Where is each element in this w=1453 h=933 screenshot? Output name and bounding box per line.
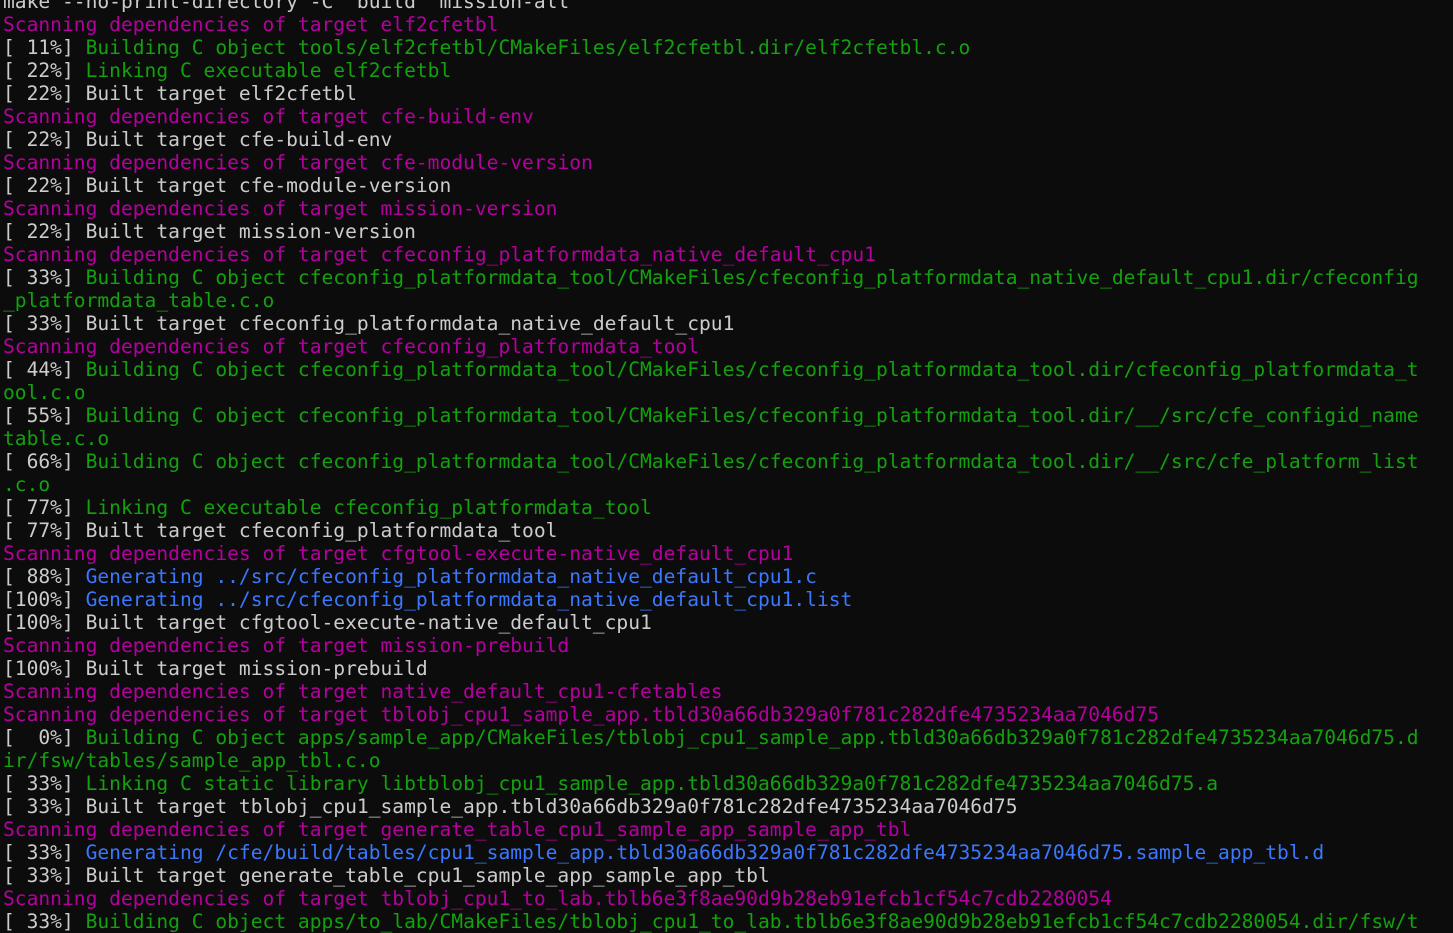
terminal-line: Scanning dependencies of target elf2cfet…: [3, 13, 1451, 36]
terminal-text-green: .c.o: [3, 473, 51, 496]
terminal-text-green: Building C object cfeconfig_platformdata…: [85, 450, 1419, 473]
terminal-text-magenta: Scanning dependencies of target cfgtool-…: [3, 542, 794, 565]
terminal-text-white: [ 77%] Built target cfeconfig_platformda…: [3, 519, 558, 542]
terminal-line: _platformdata_table.c.o: [3, 289, 1451, 312]
terminal-text-white: [ 22%] Built target elf2cfetbl: [3, 82, 357, 105]
terminal-text-white: [ 11%]: [3, 36, 86, 59]
terminal-text-magenta: Scanning dependencies of target mission-…: [3, 634, 570, 657]
terminal-line: Scanning dependencies of target cfeconfi…: [3, 335, 1451, 358]
terminal-text-green: Building C object cfeconfig_platformdata…: [85, 358, 1419, 381]
terminal-text-magenta: Scanning dependencies of target tblobj_c…: [3, 887, 1112, 910]
terminal-line: [ 77%] Linking C executable cfeconfig_pl…: [3, 496, 1451, 519]
terminal-text-white: [ 33%]: [3, 910, 86, 933]
terminal-line: Scanning dependencies of target cfgtool-…: [3, 542, 1451, 565]
terminal-line: Scanning dependencies of target generate…: [3, 818, 1451, 841]
terminal-text-green: Building C object cfeconfig_platformdata…: [85, 266, 1419, 289]
terminal-line: [ 22%] Built target cfe-build-env: [3, 128, 1451, 151]
terminal-line: [ 22%] Built target cfe-module-version: [3, 174, 1451, 197]
terminal-line: Scanning dependencies of target tblobj_c…: [3, 887, 1451, 910]
terminal-line: Scanning dependencies of target cfeconfi…: [3, 243, 1451, 266]
terminal-text-green: Building C object apps/sample_app/CMakeF…: [85, 726, 1419, 749]
terminal-text-white: [ 22%] Built target mission-version: [3, 220, 416, 243]
terminal-text-white: [ 33%]: [3, 266, 86, 289]
terminal-text-white: make --no-print-directory -C "build" mis…: [3, 0, 570, 13]
terminal-text-green: Linking C executable elf2cfetbl: [85, 59, 452, 82]
terminal-line: make --no-print-directory -C "build" mis…: [3, 0, 1451, 13]
terminal-text-white: [ 22%] Built target cfe-build-env: [3, 128, 393, 151]
terminal-line: [100%] Generating ../src/cfeconfig_platf…: [3, 588, 1451, 611]
terminal-line: Scanning dependencies of target tblobj_c…: [3, 703, 1451, 726]
terminal-text-green: Building C object apps/to_lab/CMakeFiles…: [85, 910, 1419, 933]
terminal-text-green: Linking C executable cfeconfig_platformd…: [85, 496, 652, 519]
terminal-text-white: [100%] Built target cfgtool-execute-nati…: [3, 611, 652, 634]
terminal-text-blue: Generating ../src/cfeconfig_platformdata…: [85, 588, 853, 611]
terminal-line: [ 33%] Generating /cfe/build/tables/cpu1…: [3, 841, 1451, 864]
terminal-text-white: [100%] Built target mission-prebuild: [3, 657, 428, 680]
terminal-text-white: [ 33%] Built target tblobj_cpu1_sample_a…: [3, 795, 1018, 818]
terminal-text-magenta: Scanning dependencies of target tblobj_c…: [3, 703, 1160, 726]
terminal-line: [ 22%] Built target elf2cfetbl: [3, 82, 1451, 105]
terminal-text-green: ir/fsw/tables/sample_app_tbl.c.o: [3, 749, 381, 772]
terminal-text-white: [ 55%]: [3, 404, 86, 427]
terminal-line: Scanning dependencies of target cfe-buil…: [3, 105, 1451, 128]
terminal-line: ool.c.o: [3, 381, 1451, 404]
terminal-text-white: [ 33%] Built target cfeconfig_platformda…: [3, 312, 735, 335]
terminal-line: Scanning dependencies of target native_d…: [3, 680, 1451, 703]
terminal-text-white: [ 33%]: [3, 841, 86, 864]
terminal-text-white: [ 44%]: [3, 358, 86, 381]
terminal-text-green: table.c.o: [3, 427, 110, 450]
terminal-text-white: [ 0%]: [3, 726, 86, 749]
terminal-text-white: [ 22%] Built target cfe-module-version: [3, 174, 452, 197]
terminal-line: table.c.o: [3, 427, 1451, 450]
terminal-line: [ 88%] Generating ../src/cfeconfig_platf…: [3, 565, 1451, 588]
terminal-line: [ 66%] Building C object cfeconfig_platf…: [3, 450, 1451, 473]
terminal-line: [ 33%] Building C object cfeconfig_platf…: [3, 266, 1451, 289]
terminal-text-magenta: Scanning dependencies of target generate…: [3, 818, 912, 841]
terminal-line: [ 33%] Linking C static library libtblob…: [3, 772, 1451, 795]
terminal-text-green: _platformdata_table.c.o: [3, 289, 275, 312]
terminal-line: [ 33%] Built target tblobj_cpu1_sample_a…: [3, 795, 1451, 818]
terminal-text-magenta: Scanning dependencies of target cfeconfi…: [3, 243, 876, 266]
terminal-line: [ 55%] Building C object cfeconfig_platf…: [3, 404, 1451, 427]
terminal-text-green: Building C object tools/elf2cfetbl/CMake…: [85, 36, 971, 59]
terminal-text-white: [ 33%]: [3, 772, 86, 795]
terminal-text-white: [100%]: [3, 588, 86, 611]
terminal-line: [ 33%] Building C object apps/to_lab/CMa…: [3, 910, 1451, 933]
terminal-text-magenta: Scanning dependencies of target cfe-modu…: [3, 151, 593, 174]
terminal-line: [ 0%] Building C object apps/sample_app/…: [3, 726, 1451, 749]
terminal-text-blue: Generating /cfe/build/tables/cpu1_sample…: [85, 841, 1325, 864]
terminal-line: [ 22%] Built target mission-version: [3, 220, 1451, 243]
terminal-text-magenta: Scanning dependencies of target cfeconfi…: [3, 335, 699, 358]
terminal-line: Scanning dependencies of target cfe-modu…: [3, 151, 1451, 174]
terminal-text-green: Building C object cfeconfig_platformdata…: [85, 404, 1419, 427]
terminal-text-green: ool.c.o: [3, 381, 86, 404]
terminal-output[interactable]: make --no-print-directory -C "build" mis…: [3, 0, 1451, 933]
terminal-line: [ 44%] Building C object cfeconfig_platf…: [3, 358, 1451, 381]
terminal-line: [100%] Built target cfgtool-execute-nati…: [3, 611, 1451, 634]
terminal-line: [100%] Built target mission-prebuild: [3, 657, 1451, 680]
terminal-line: Scanning dependencies of target mission-…: [3, 197, 1451, 220]
terminal-line: [ 33%] Built target cfeconfig_platformda…: [3, 312, 1451, 335]
terminal-text-blue: Generating ../src/cfeconfig_platformdata…: [85, 565, 817, 588]
terminal-text-white: [ 77%]: [3, 496, 86, 519]
terminal-text-white: [ 22%]: [3, 59, 86, 82]
terminal-text-magenta: Scanning dependencies of target mission-…: [3, 197, 558, 220]
terminal-text-white: [ 66%]: [3, 450, 86, 473]
terminal-line: [ 11%] Building C object tools/elf2cfetb…: [3, 36, 1451, 59]
terminal-line: [ 77%] Built target cfeconfig_platformda…: [3, 519, 1451, 542]
terminal-text-magenta: Scanning dependencies of target elf2cfet…: [3, 13, 499, 36]
terminal-text-magenta: Scanning dependencies of target cfe-buil…: [3, 105, 534, 128]
terminal-text-white: [ 88%]: [3, 565, 86, 588]
terminal-text-magenta: Scanning dependencies of target native_d…: [3, 680, 723, 703]
terminal-text-green: Linking C static library libtblobj_cpu1_…: [85, 772, 1219, 795]
terminal-line: .c.o: [3, 473, 1451, 496]
terminal-text-white: [ 33%] Built target generate_table_cpu1_…: [3, 864, 770, 887]
terminal-line: [ 33%] Built target generate_table_cpu1_…: [3, 864, 1451, 887]
terminal-line: Scanning dependencies of target mission-…: [3, 634, 1451, 657]
terminal-line: ir/fsw/tables/sample_app_tbl.c.o: [3, 749, 1451, 772]
terminal-line: [ 22%] Linking C executable elf2cfetbl: [3, 59, 1451, 82]
